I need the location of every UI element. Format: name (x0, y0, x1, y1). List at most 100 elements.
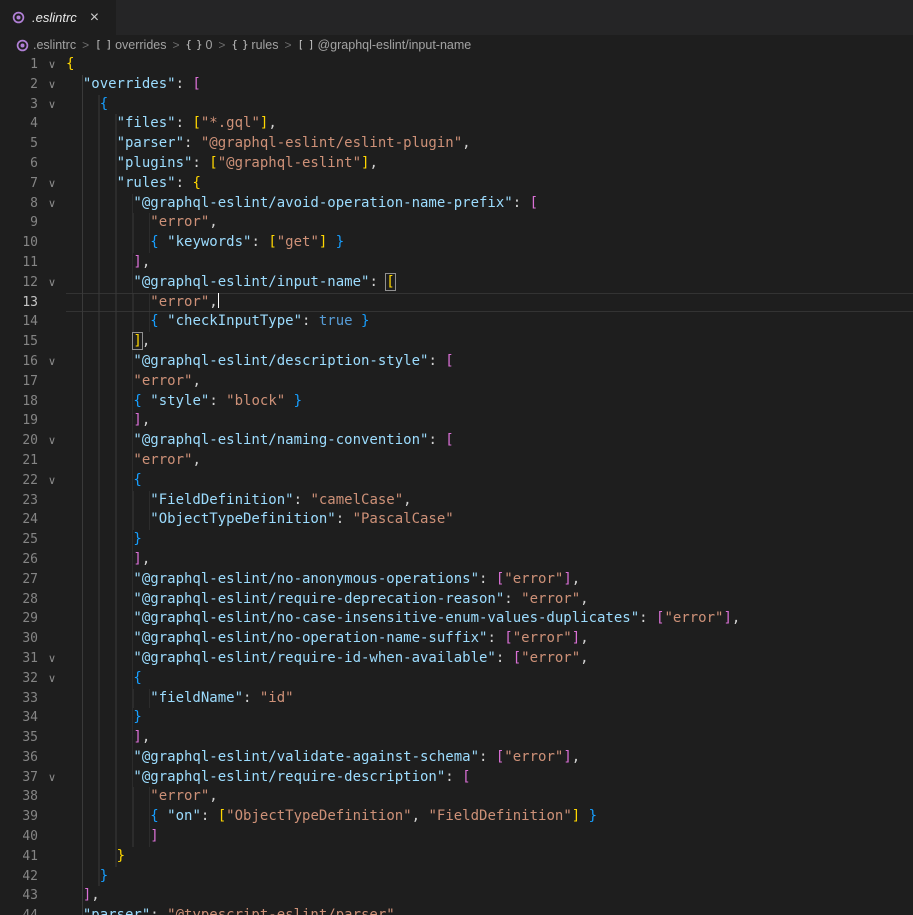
code-line[interactable]: 7∨"rules": { (0, 174, 913, 194)
code-line-text[interactable]: ], (66, 332, 913, 352)
code-line[interactable]: 31∨"@graphql-eslint/require-id-when-avai… (0, 649, 913, 669)
code-line-text[interactable]: "@graphql-eslint/avoid-operation-name-pr… (66, 194, 913, 214)
code-line-text[interactable]: "@graphql-eslint/description-style": [ (66, 352, 913, 372)
code-line[interactable]: 6"plugins": ["@graphql-eslint"], (0, 154, 913, 174)
code-line[interactable]: 1∨{ (0, 55, 913, 75)
code-line-text[interactable]: "overrides": [ (66, 75, 913, 95)
code-line-text[interactable]: "@graphql-eslint/no-operation-name-suffi… (66, 629, 913, 649)
breadcrumb-item-rules[interactable]: { }rules (231, 38, 278, 52)
code-line-text[interactable]: "parser": "@graphql-eslint/eslint-plugin… (66, 134, 913, 154)
code-line[interactable]: 3∨{ (0, 95, 913, 115)
code-line[interactable]: 16∨"@graphql-eslint/description-style": … (0, 352, 913, 372)
code-line-text[interactable]: ], (66, 253, 913, 273)
code-line-text[interactable]: } (66, 530, 913, 550)
fold-chevron-icon[interactable]: ∨ (38, 273, 66, 293)
code-line-text[interactable]: { "keywords": ["get"] } (66, 233, 913, 253)
fold-chevron-icon[interactable]: ∨ (38, 55, 66, 75)
code-line[interactable]: 26], (0, 550, 913, 570)
code-line[interactable]: 23"FieldDefinition": "camelCase", (0, 491, 913, 511)
breadcrumb-item--eslintrc[interactable]: .eslintrc (16, 38, 76, 52)
fold-chevron-icon[interactable]: ∨ (38, 768, 66, 788)
code-line-text[interactable]: "plugins": ["@graphql-eslint"], (66, 154, 913, 174)
code-line-text[interactable]: "error", (66, 213, 913, 233)
code-line[interactable]: 30"@graphql-eslint/no-operation-name-suf… (0, 629, 913, 649)
code-line-text[interactable]: "files": ["*.gql"], (66, 114, 913, 134)
breadcrumb-item-0[interactable]: { }0 (186, 38, 213, 52)
code-line[interactable]: 13"error", (0, 293, 913, 313)
code-line[interactable]: 14{ "checkInputType": true } (0, 312, 913, 332)
fold-chevron-icon[interactable]: ∨ (38, 352, 66, 372)
code-line-text[interactable]: "error", (66, 293, 913, 313)
code-line-text[interactable]: "@graphql-eslint/require-description": [ (66, 768, 913, 788)
code-line-text[interactable]: ], (66, 411, 913, 431)
code-line-text[interactable]: { (66, 55, 913, 75)
code-line[interactable]: 12∨"@graphql-eslint/input-name": [ (0, 273, 913, 293)
code-line[interactable]: 40] (0, 827, 913, 847)
code-line-text[interactable]: "error", (66, 787, 913, 807)
code-line[interactable]: 25} (0, 530, 913, 550)
code-line-text[interactable]: "@graphql-eslint/require-deprecation-rea… (66, 590, 913, 610)
code-line[interactable]: 10{ "keywords": ["get"] } (0, 233, 913, 253)
close-icon[interactable]: × (90, 10, 99, 26)
code-line[interactable]: 17"error", (0, 372, 913, 392)
code-line-text[interactable]: "rules": { (66, 174, 913, 194)
code-line[interactable]: 4"files": ["*.gql"], (0, 114, 913, 134)
code-line-text[interactable]: { "on": ["ObjectTypeDefinition", "FieldD… (66, 807, 913, 827)
code-line[interactable]: 27"@graphql-eslint/no-anonymous-operatio… (0, 570, 913, 590)
code-line[interactable]: 39{ "on": ["ObjectTypeDefinition", "Fiel… (0, 807, 913, 827)
code-line-text[interactable]: "@graphql-eslint/no-case-insensitive-enu… (66, 609, 913, 629)
code-line[interactable]: 43], (0, 886, 913, 906)
code-line-text[interactable]: { (66, 669, 913, 689)
code-line-text[interactable]: "@graphql-eslint/naming-convention": [ (66, 431, 913, 451)
code-line[interactable]: 42} (0, 867, 913, 887)
code-line-text[interactable]: "fieldName": "id" (66, 689, 913, 709)
code-line[interactable]: 20∨"@graphql-eslint/naming-convention": … (0, 431, 913, 451)
code-line[interactable]: 36"@graphql-eslint/validate-against-sche… (0, 748, 913, 768)
code-line[interactable]: 33"fieldName": "id" (0, 689, 913, 709)
code-line-text[interactable]: { (66, 95, 913, 115)
fold-chevron-icon[interactable]: ∨ (38, 194, 66, 214)
code-line-text[interactable]: "ObjectTypeDefinition": "PascalCase" (66, 510, 913, 530)
code-line[interactable]: 5"parser": "@graphql-eslint/eslint-plugi… (0, 134, 913, 154)
fold-chevron-icon[interactable]: ∨ (38, 75, 66, 95)
fold-chevron-icon[interactable]: ∨ (38, 95, 66, 115)
fold-chevron-icon[interactable]: ∨ (38, 649, 66, 669)
code-line[interactable]: 15], (0, 332, 913, 352)
code-line-text[interactable]: "error", (66, 372, 913, 392)
fold-chevron-icon[interactable]: ∨ (38, 174, 66, 194)
code-line[interactable]: 35], (0, 728, 913, 748)
code-line-text[interactable]: } (66, 867, 913, 887)
code-line-text[interactable]: ], (66, 728, 913, 748)
code-line[interactable]: 21"error", (0, 451, 913, 471)
code-line-text[interactable]: { (66, 471, 913, 491)
fold-chevron-icon[interactable]: ∨ (38, 431, 66, 451)
code-line-text[interactable]: "FieldDefinition": "camelCase", (66, 491, 913, 511)
fold-chevron-icon[interactable]: ∨ (38, 471, 66, 491)
code-line[interactable]: 37∨"@graphql-eslint/require-description"… (0, 768, 913, 788)
code-line[interactable]: 28"@graphql-eslint/require-deprecation-r… (0, 590, 913, 610)
code-line[interactable]: 8∨"@graphql-eslint/avoid-operation-name-… (0, 194, 913, 214)
breadcrumb-item-overrides[interactable]: [ ]overrides (95, 38, 166, 52)
code-line[interactable]: 2∨"overrides": [ (0, 75, 913, 95)
code-line[interactable]: 34} (0, 708, 913, 728)
code-line-text[interactable]: } (66, 847, 913, 867)
code-line-text[interactable]: "@graphql-eslint/no-anonymous-operations… (66, 570, 913, 590)
code-line-text[interactable]: } (66, 708, 913, 728)
code-line-text[interactable]: "@graphql-eslint/validate-against-schema… (66, 748, 913, 768)
code-line[interactable]: 18{ "style": "block" } (0, 392, 913, 412)
code-line[interactable]: 24"ObjectTypeDefinition": "PascalCase" (0, 510, 913, 530)
code-line-text[interactable]: "parser": "@typescript-eslint/parser" (66, 906, 913, 915)
code-line[interactable]: 41} (0, 847, 913, 867)
code-line[interactable]: 19], (0, 411, 913, 431)
code-line[interactable]: 22∨{ (0, 471, 913, 491)
tab-eslintrc[interactable]: .eslintrc × (0, 0, 116, 35)
code-line-text[interactable]: ] (66, 827, 913, 847)
code-line-text[interactable]: ], (66, 550, 913, 570)
code-line-text[interactable]: "@graphql-eslint/require-id-when-availab… (66, 649, 913, 669)
code-line-text[interactable]: "@graphql-eslint/input-name": [ (66, 273, 913, 293)
breadcrumb-item--graphql-eslint-input-name[interactable]: [ ]@graphql-eslint/input-name (298, 38, 472, 52)
code-line[interactable]: 32∨{ (0, 669, 913, 689)
code-line-text[interactable]: "error", (66, 451, 913, 471)
code-line[interactable]: 9"error", (0, 213, 913, 233)
code-line-text[interactable]: { "checkInputType": true } (66, 312, 913, 332)
